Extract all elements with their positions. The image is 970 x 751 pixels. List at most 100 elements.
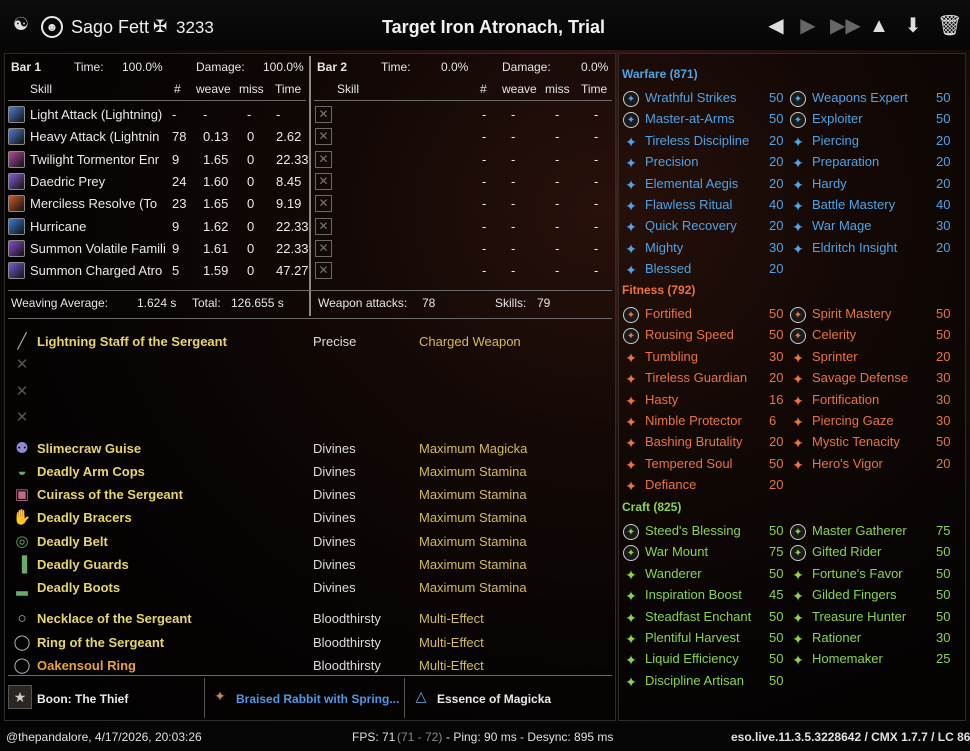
skill-time: -	[594, 151, 599, 167]
gear-item-name[interactable]: Necklace of the Sergeant	[37, 611, 192, 626]
cp-star-points: 50	[769, 455, 784, 471]
empty-slot-icon: ✕	[315, 150, 332, 168]
footer-ping: - Ping: 90 ms - Desync: 895 ms	[446, 730, 614, 744]
gear-trait: Bloodthirsty	[313, 635, 381, 650]
cp-craft-title: Craft (825)	[622, 500, 682, 514]
skill-time: -	[594, 218, 599, 234]
cp-star-icon: ✦	[625, 435, 637, 452]
skill-count: -	[482, 107, 487, 122]
gear-trait: Divines	[313, 464, 356, 479]
gear-enchant: Maximum Magicka	[419, 441, 528, 456]
skill-count: 9	[172, 151, 180, 167]
skill-name: Summon Charged Atro	[30, 263, 163, 279]
cp-warfare-title: Warfare (871)	[622, 67, 698, 81]
cp-star-icon: ✦	[625, 478, 637, 495]
cp-star-icon: ✦	[792, 133, 804, 150]
skill-icon	[8, 128, 25, 146]
cp-star-points: 50	[769, 565, 784, 581]
cp-star-points: 50	[936, 608, 951, 624]
gear-item-name[interactable]: Oakensoul Ring	[37, 658, 136, 673]
gear-item-name[interactable]: Lightning Staff of the Sergeant	[37, 334, 227, 349]
skill-count: -	[482, 218, 487, 234]
skill-time: -	[276, 107, 281, 122]
skill-miss: -	[247, 107, 252, 122]
upload-icon[interactable]: ▲	[868, 14, 890, 38]
skill-name: Hurricane	[30, 218, 87, 234]
belt-icon: ◎	[15, 533, 29, 550]
weaving-value: 1.624 s	[137, 296, 177, 310]
cp-star-name: Treasure Hunter	[812, 608, 907, 624]
last-fight-button[interactable]: ▶▶	[830, 14, 861, 38]
cp-star-name: Fortification	[812, 391, 880, 407]
gear-item-name[interactable]: Deadly Boots	[37, 580, 120, 595]
empty-slot-icon: ✕	[315, 106, 332, 123]
skill-weave: -	[511, 129, 516, 145]
cp-star-name: Inspiration Boost	[645, 587, 742, 603]
bar1-col-count: #	[174, 82, 181, 96]
bar1-title: Bar 1	[11, 60, 42, 74]
skill-miss: -	[555, 129, 560, 145]
gear-item-name[interactable]: Cuirass of the Sergeant	[37, 487, 183, 502]
skill-weave: -	[511, 196, 516, 212]
gear-trait: Divines	[313, 441, 356, 456]
cp-star-name: Bashing Brutality	[645, 434, 743, 450]
cp-star-points: 30	[936, 391, 951, 407]
cp-star-name: Defiance	[645, 477, 697, 493]
bar2-time-value: 0.0%	[441, 60, 469, 74]
cp-star-name: Homemaker	[812, 651, 883, 667]
cp-star-points: 50	[936, 306, 951, 321]
cp-star-name: Tireless Discipline	[645, 132, 750, 148]
gear-item-name[interactable]: Deadly Belt	[37, 534, 108, 549]
save-icon[interactable]: ⬇	[902, 14, 924, 38]
prev-fight-button[interactable]: ◀	[765, 14, 787, 38]
skill-weave: -	[203, 107, 208, 122]
delete-icon[interactable]: 🗑	[937, 14, 962, 38]
gear-item-name[interactable]: Deadly Bracers	[37, 510, 132, 525]
cp-star-points: 20	[769, 218, 784, 234]
skill-count: -	[482, 173, 487, 189]
skill-count: -	[172, 107, 177, 122]
gear-item-name[interactable]: Deadly Guards	[37, 557, 129, 572]
empty-slot-icon: ✕	[315, 128, 332, 146]
gear-trait: Bloodthirsty	[313, 658, 381, 673]
gear-item-name[interactable]: Ring of the Sergeant	[37, 635, 164, 650]
champion-point-icon: ✠	[153, 17, 168, 36]
gloves-icon: ✋	[12, 509, 32, 526]
cp-star-name: Flawless Ritual	[645, 197, 733, 212]
consumable-divider-1	[204, 678, 205, 718]
player-portrait-icon[interactable]: ☻	[41, 16, 63, 38]
cp-star-name: Fortified	[645, 306, 692, 321]
cp-star-icon: ✦	[623, 524, 639, 540]
gear-trait: Bloodthirsty	[313, 611, 381, 626]
next-fight-button[interactable]: ▶	[797, 14, 819, 38]
staff-icon: ╱	[17, 333, 27, 350]
skill-icon	[8, 262, 25, 280]
footer-version: eso.live.11.3.5.3228642 / CMX 1.7.7 / LC…	[731, 730, 970, 744]
empty-slot-icon: ✕	[315, 195, 332, 213]
chest-icon: ▣	[14, 486, 30, 503]
cp-star-points: 20	[769, 154, 784, 170]
consumables-divider	[8, 675, 612, 676]
cp-star-points: 75	[936, 523, 951, 538]
skill-time: -	[594, 196, 599, 212]
cp-star-name: Rationer	[812, 630, 862, 645]
cp-star-points: 50	[769, 111, 784, 127]
skill-time: 22.33	[276, 151, 309, 167]
cp-star-points: 20	[769, 261, 784, 277]
cp-star-name: Battle Mastery	[812, 197, 896, 212]
gear-item-name[interactable]: Slimecraw Guise	[37, 441, 141, 456]
gear-enchant: Maximum Stamina	[419, 557, 527, 572]
cp-star-name: Master Gatherer	[812, 523, 907, 538]
skill-name: Merciless Resolve (To	[30, 196, 158, 212]
skill-count: -	[482, 151, 487, 167]
gear-enchant: Charged Weapon	[419, 334, 521, 349]
cp-star-icon: ✦	[625, 262, 637, 279]
bar2-title: Bar 2	[317, 60, 348, 74]
cp-star-name: Master-at-Arms	[645, 111, 735, 127]
cp-star-points: 30	[769, 239, 784, 255]
boon-label: Boon: The Thief	[37, 692, 129, 706]
gear-item-name[interactable]: Deadly Arm Cops	[37, 464, 145, 479]
cp-star-icon: ✦	[623, 307, 639, 323]
skill-miss: -	[555, 173, 560, 189]
cp-star-icon: ✦	[792, 176, 804, 193]
